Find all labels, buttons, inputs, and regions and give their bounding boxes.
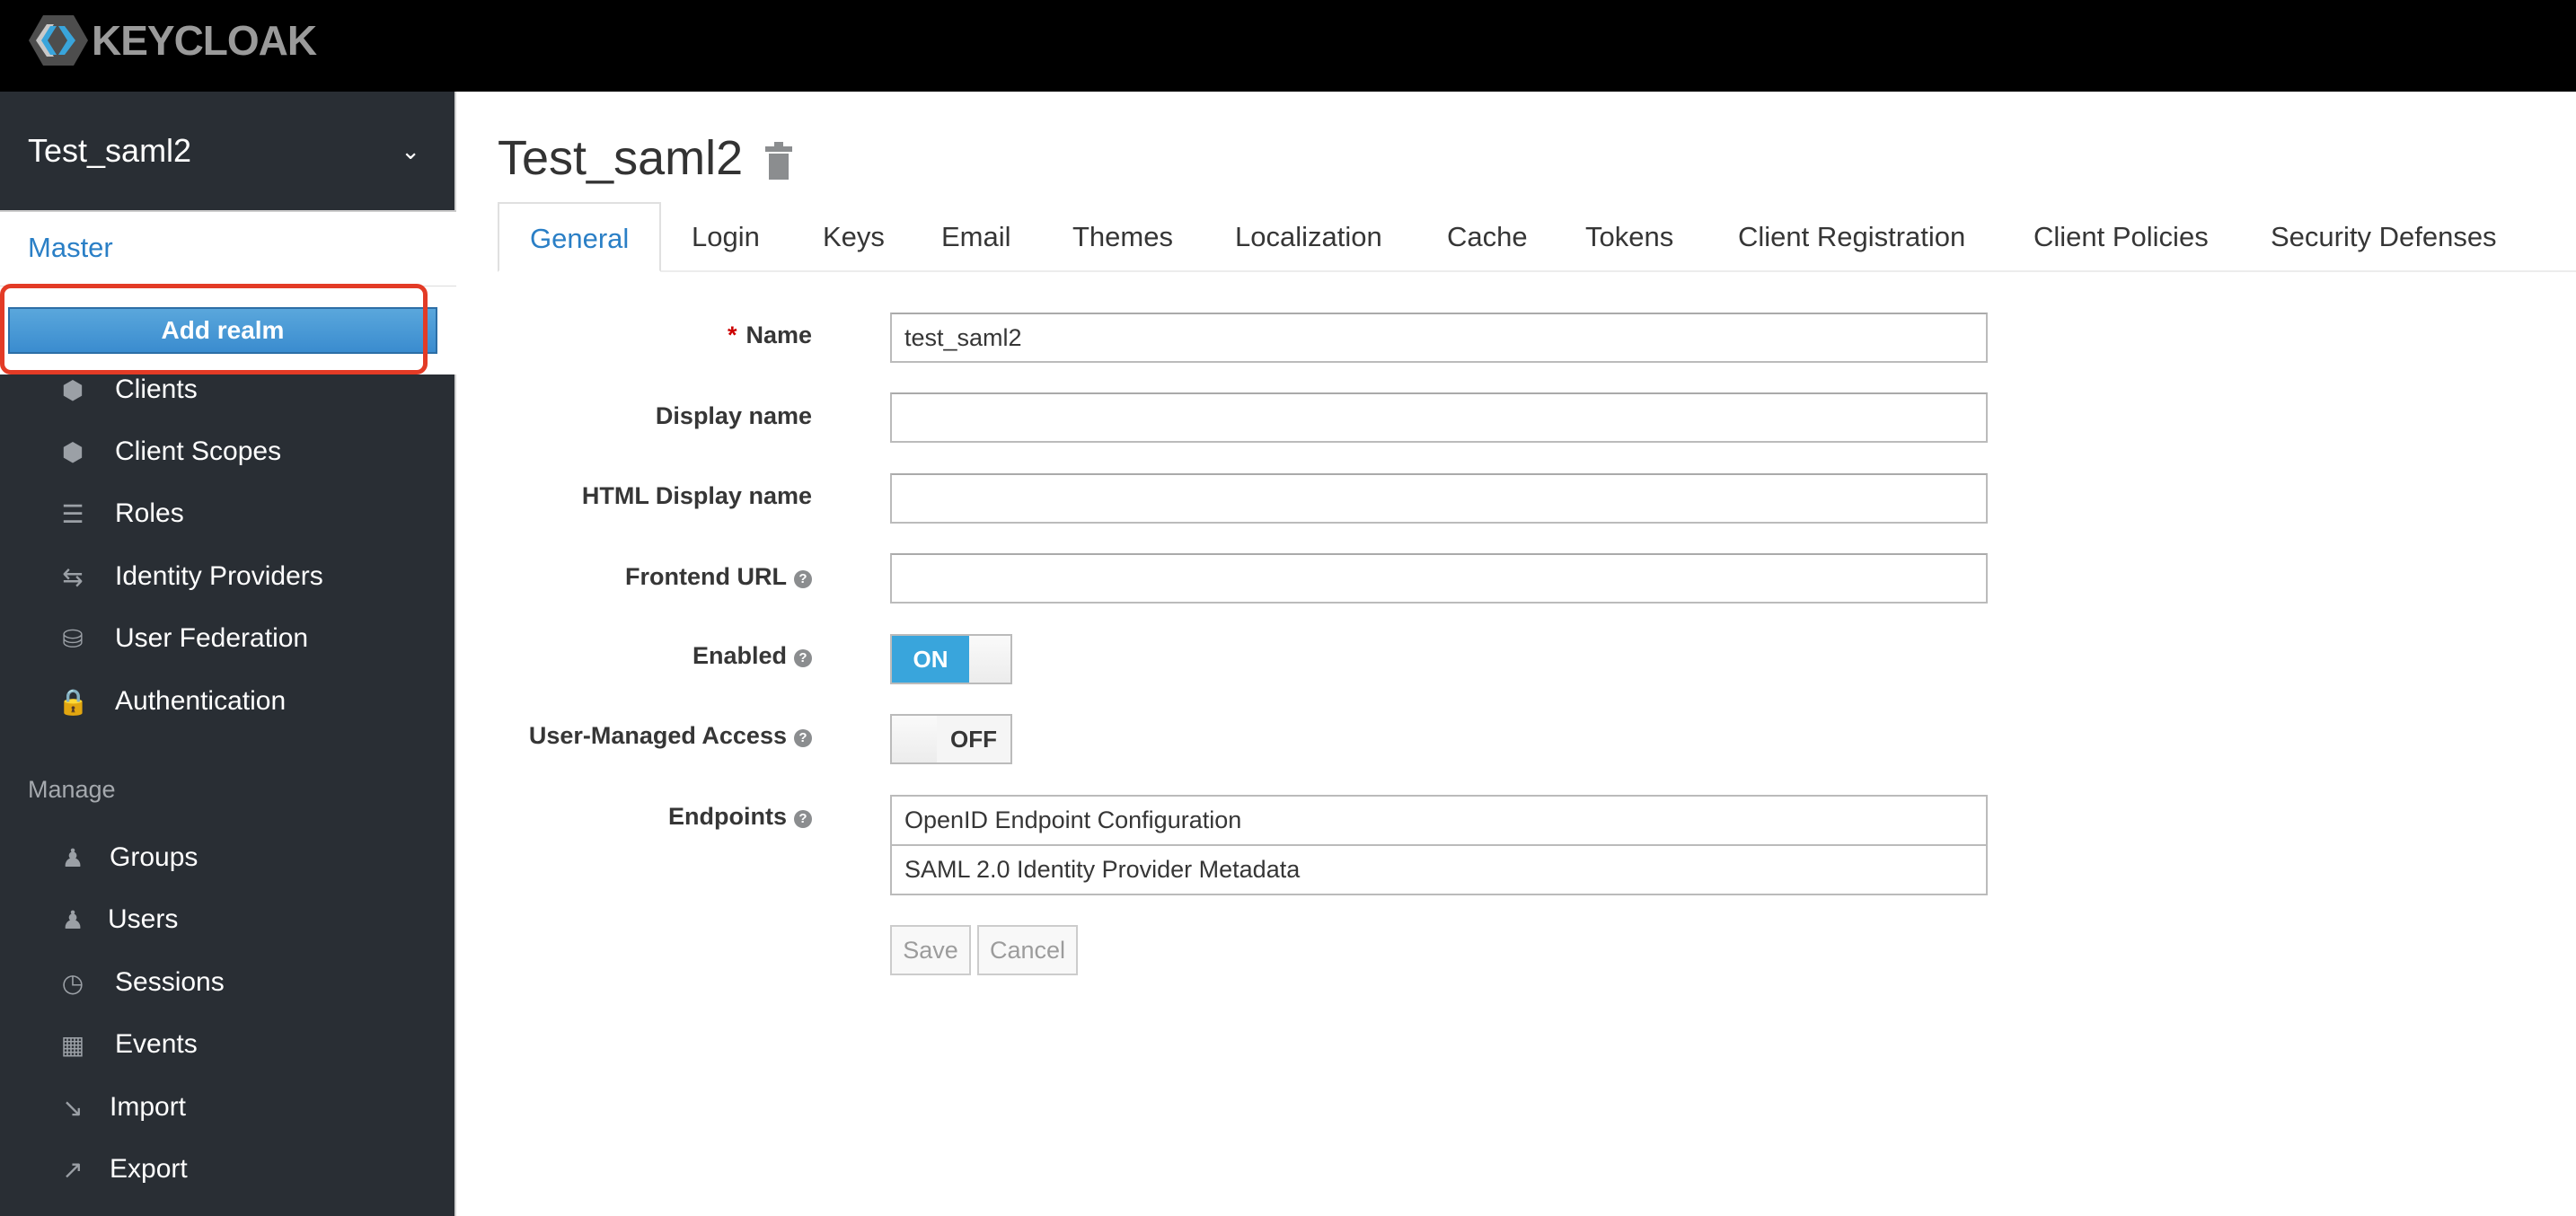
trash-icon[interactable]	[763, 142, 794, 180]
sidebar-item-client-scopes[interactable]: ⬢ Client Scopes	[0, 425, 456, 479]
tab-client-policies[interactable]: Client Policies	[2033, 202, 2209, 272]
calendar-icon: ▦	[60, 1030, 85, 1059]
cancel-button[interactable]: Cancel	[977, 925, 1078, 975]
sidebar-item-events[interactable]: ▦ Events	[0, 1018, 456, 1071]
save-button[interactable]: Save	[890, 925, 971, 975]
display-name-label: Display name	[655, 402, 812, 429]
toggle-state: ON	[892, 636, 969, 683]
import-icon: ↘	[62, 1093, 84, 1122]
tab-security-defenses[interactable]: Security Defenses	[2271, 202, 2497, 272]
sidebar-item-import[interactable]: ↘ Import	[0, 1080, 456, 1134]
manage-heading: Manage	[28, 776, 116, 803]
clock-icon: ◷	[61, 968, 84, 997]
sidebar-item-export[interactable]: ↗ Export	[0, 1142, 456, 1196]
sidebar-item-label: Users	[108, 904, 179, 934]
tab-themes[interactable]: Themes	[1072, 202, 1173, 272]
sidebar-item-label: Groups	[110, 842, 198, 872]
tab-cache[interactable]: Cache	[1447, 202, 1528, 272]
help-icon[interactable]: ?	[794, 810, 812, 828]
tab-keys[interactable]: Keys	[823, 202, 885, 272]
tab-client-registration[interactable]: Client Registration	[1738, 202, 1965, 272]
name-label: * Name	[0, 322, 812, 349]
help-icon[interactable]: ?	[794, 649, 812, 667]
export-icon: ↗	[62, 1155, 84, 1184]
user-managed-access-toggle[interactable]: OFF	[890, 714, 1012, 764]
frontend-url-input[interactable]	[890, 553, 1988, 604]
user-icon: ♟	[61, 905, 84, 934]
tab-localization[interactable]: Localization	[1235, 202, 1382, 272]
uma-label-text: User-Managed Access	[528, 722, 787, 749]
cubes-icon: ⬢	[61, 437, 84, 466]
keycloak-logo[interactable]: KEYCLOAK	[27, 9, 317, 72]
enabled-label-text: Enabled	[692, 642, 787, 669]
openid-endpoint-link[interactable]: OpenID Endpoint Configuration	[890, 795, 1988, 846]
enabled-toggle[interactable]: ON	[890, 634, 1012, 684]
lock-icon: 🔒	[57, 687, 89, 716]
saml-metadata-link[interactable]: SAML 2.0 Identity Provider Metadata	[890, 844, 1988, 895]
tab-login[interactable]: Login	[692, 202, 760, 272]
sidebar-item-label: Events	[115, 1029, 198, 1059]
help-icon[interactable]: ?	[794, 729, 812, 747]
toggle-knob	[892, 716, 937, 762]
tab-general[interactable]: General	[498, 202, 662, 272]
html-display-name-input[interactable]	[890, 473, 1988, 524]
sidebar-item-label: Client Scopes	[115, 436, 282, 466]
tab-bar: General Login Keys Email Themes Localiza…	[498, 202, 2576, 272]
sidebar-item-label: Sessions	[115, 967, 225, 997]
sidebar-item-groups[interactable]: ♟ Groups	[0, 831, 456, 885]
logo-text: KEYCLOAK	[92, 17, 317, 64]
endpoints-label: Endpoints?	[0, 803, 812, 831]
toggle-knob	[969, 636, 1010, 683]
sidebar-item-users[interactable]: ♟ Users	[0, 893, 456, 947]
page-title: Test_saml2	[498, 131, 744, 185]
sidebar-item-label: Authentication	[115, 686, 287, 716]
chevron-down-icon: ⌄	[401, 137, 420, 164]
realm-selector[interactable]: Test_saml2 ⌄	[0, 92, 456, 210]
tab-email[interactable]: Email	[941, 202, 1011, 272]
user-managed-access-label: User-Managed Access?	[0, 722, 812, 750]
realm-selector-label: Test_saml2	[28, 132, 192, 169]
sidebar-item-label: Import	[110, 1092, 187, 1122]
name-label-text: Name	[745, 322, 812, 348]
endpoints-label-text: Endpoints	[668, 803, 787, 830]
display-name-input[interactable]	[890, 392, 1988, 443]
help-icon[interactable]: ?	[794, 570, 812, 588]
cube-icon: ⬢	[61, 375, 84, 404]
top-bar	[0, 0, 2576, 92]
tab-tokens[interactable]: Tokens	[1585, 202, 1673, 272]
frontend-url-label-text: Frontend URL	[625, 563, 787, 590]
frontend-url-label: Frontend URL?	[0, 563, 812, 591]
required-mark: *	[727, 322, 737, 348]
users-icon: ♟	[61, 843, 84, 872]
enabled-label: Enabled?	[0, 642, 812, 670]
sidebar-item-authentication[interactable]: 🔒 Authentication	[0, 674, 456, 728]
keycloak-logo-icon	[29, 15, 88, 66]
sidebar-item-label: Export	[110, 1154, 188, 1184]
realm-menu-item-master[interactable]: Master	[28, 232, 113, 264]
sidebar-item-sessions[interactable]: ◷ Sessions	[0, 956, 456, 1009]
toggle-state: OFF	[937, 716, 1010, 762]
sidebar-item-label: Clients	[115, 374, 198, 404]
name-input[interactable]: test_saml2	[890, 313, 1988, 363]
html-display-name-label: HTML Display name	[581, 482, 812, 509]
